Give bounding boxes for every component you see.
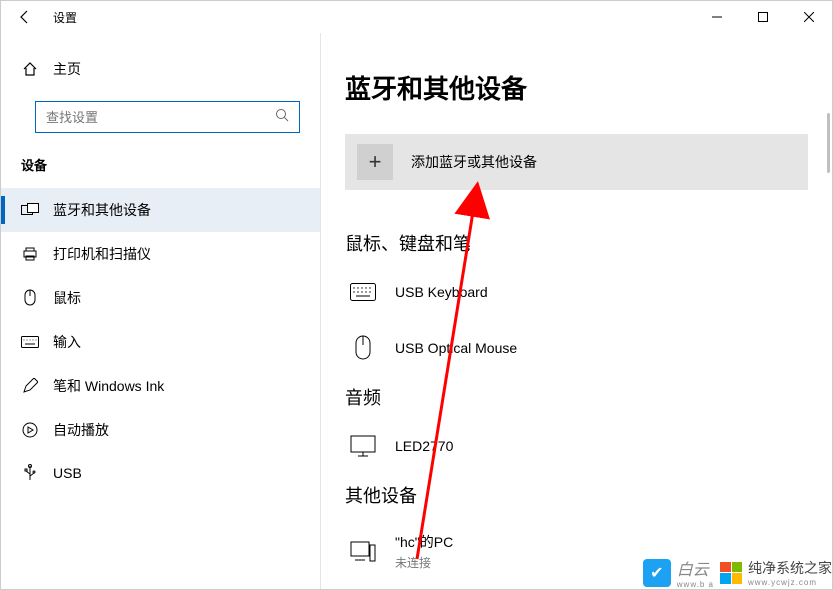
sidebar-item-pen[interactable]: 笔和 Windows Ink bbox=[1, 364, 320, 408]
window-title: 设置 bbox=[53, 9, 77, 26]
device-name: USB Optical Mouse bbox=[395, 340, 517, 356]
watermark-url2: www.b a bbox=[677, 580, 714, 589]
sidebar-item-label: 笔和 Windows Ink bbox=[53, 376, 164, 396]
sidebar-item-label: 蓝牙和其他设备 bbox=[53, 200, 151, 220]
home-icon bbox=[21, 60, 39, 78]
usb-icon bbox=[21, 464, 39, 482]
device-status: 未连接 bbox=[395, 554, 453, 571]
add-device-label: 添加蓝牙或其他设备 bbox=[411, 152, 537, 172]
home-label: 主页 bbox=[53, 59, 81, 79]
windows-logo-icon bbox=[720, 562, 742, 584]
home-link[interactable]: 主页 bbox=[1, 51, 320, 87]
search-box[interactable] bbox=[35, 101, 300, 133]
device-name: USB Keyboard bbox=[395, 284, 488, 300]
device-row[interactable]: USB Optical Mouse bbox=[345, 328, 808, 384]
titlebar: 设置 bbox=[1, 1, 832, 33]
device-name: LED2770 bbox=[395, 438, 453, 454]
close-button[interactable] bbox=[786, 1, 832, 33]
sidebar-item-typing[interactable]: 输入 bbox=[1, 320, 320, 364]
section-label: 设备 bbox=[1, 155, 320, 188]
keyboard-icon bbox=[21, 333, 39, 351]
mouse-icon bbox=[349, 336, 377, 360]
device-row[interactable]: LED2770 bbox=[345, 426, 808, 482]
sidebar: 主页 设备 蓝牙和其他设备 打印机和扫描仪 鼠标 bbox=[1, 33, 321, 589]
watermark-brand: 白云 bbox=[677, 562, 709, 579]
add-device-button[interactable]: + 添加蓝牙或其他设备 bbox=[345, 134, 808, 190]
pen-icon bbox=[21, 377, 39, 395]
back-button[interactable] bbox=[15, 7, 35, 27]
sidebar-item-mouse[interactable]: 鼠标 bbox=[1, 276, 320, 320]
minimize-button[interactable] bbox=[694, 1, 740, 33]
sidebar-item-label: 输入 bbox=[53, 332, 81, 352]
maximize-button[interactable] bbox=[740, 1, 786, 33]
sidebar-item-label: 自动播放 bbox=[53, 420, 109, 440]
autoplay-icon bbox=[21, 421, 39, 439]
keyboard-icon bbox=[349, 280, 377, 304]
sidebar-item-label: 打印机和扫描仪 bbox=[53, 244, 151, 264]
category-mouse-keyboard: 鼠标、键盘和笔 bbox=[345, 230, 808, 256]
sidebar-item-printers[interactable]: 打印机和扫描仪 bbox=[1, 232, 320, 276]
category-audio: 音频 bbox=[345, 384, 808, 410]
mouse-icon bbox=[21, 289, 39, 307]
device-row[interactable]: USB Keyboard bbox=[345, 272, 808, 328]
search-input[interactable] bbox=[46, 110, 275, 125]
category-other: 其他设备 bbox=[345, 482, 808, 508]
main-panel: 蓝牙和其他设备 + 添加蓝牙或其他设备 鼠标、键盘和笔 USB Keyboard… bbox=[321, 33, 832, 589]
sidebar-item-usb[interactable]: USB bbox=[1, 452, 320, 494]
search-icon bbox=[275, 108, 289, 127]
scrollbar[interactable] bbox=[827, 113, 830, 173]
watermark-url: www.ycwjz.com bbox=[748, 578, 832, 587]
sidebar-item-label: 鼠标 bbox=[53, 288, 81, 308]
sidebar-item-autoplay[interactable]: 自动播放 bbox=[1, 408, 320, 452]
bluetooth-devices-icon bbox=[21, 201, 39, 219]
printer-icon bbox=[21, 245, 39, 263]
watermark-site: 纯净系统之家 bbox=[748, 560, 832, 576]
page-title: 蓝牙和其他设备 bbox=[345, 69, 808, 106]
plus-icon: + bbox=[357, 144, 393, 180]
sidebar-item-bluetooth[interactable]: 蓝牙和其他设备 bbox=[1, 188, 320, 232]
monitor-icon bbox=[349, 434, 377, 458]
watermark: ✔ 白云 www.b a 纯净系统之家 www.ycwjz.com bbox=[643, 556, 832, 589]
pc-icon bbox=[349, 540, 377, 564]
sidebar-item-label: USB bbox=[53, 465, 82, 481]
device-name: "hc"的PC bbox=[395, 532, 453, 552]
bird-icon: ✔ bbox=[643, 559, 671, 587]
